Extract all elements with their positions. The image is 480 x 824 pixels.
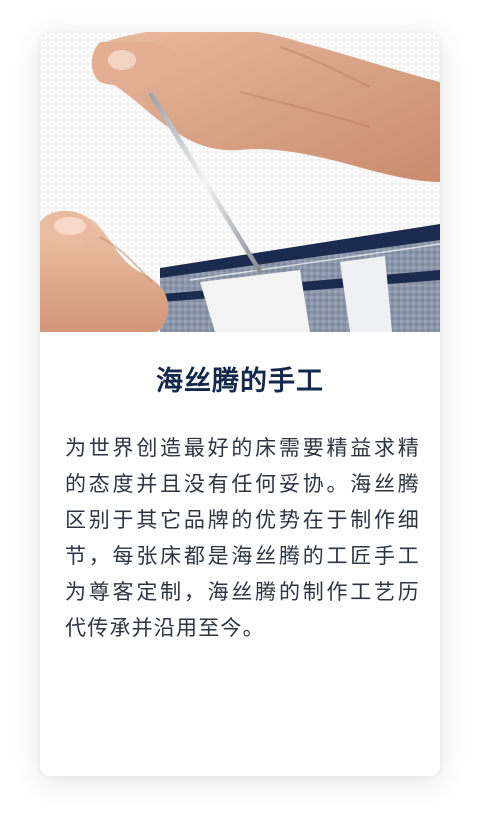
content-card: 海丝腾的手工 为世界创造最好的床需要精益求精的态度并且没有任何妥协。海丝腾区别于…	[40, 32, 440, 776]
card-title: 海丝腾的手工	[156, 366, 324, 397]
card-description: 为世界创造最好的床需要精益求精的态度并且没有任何妥协。海丝腾区别于其它品牌的优势…	[65, 436, 420, 640]
hero-image	[40, 32, 440, 332]
